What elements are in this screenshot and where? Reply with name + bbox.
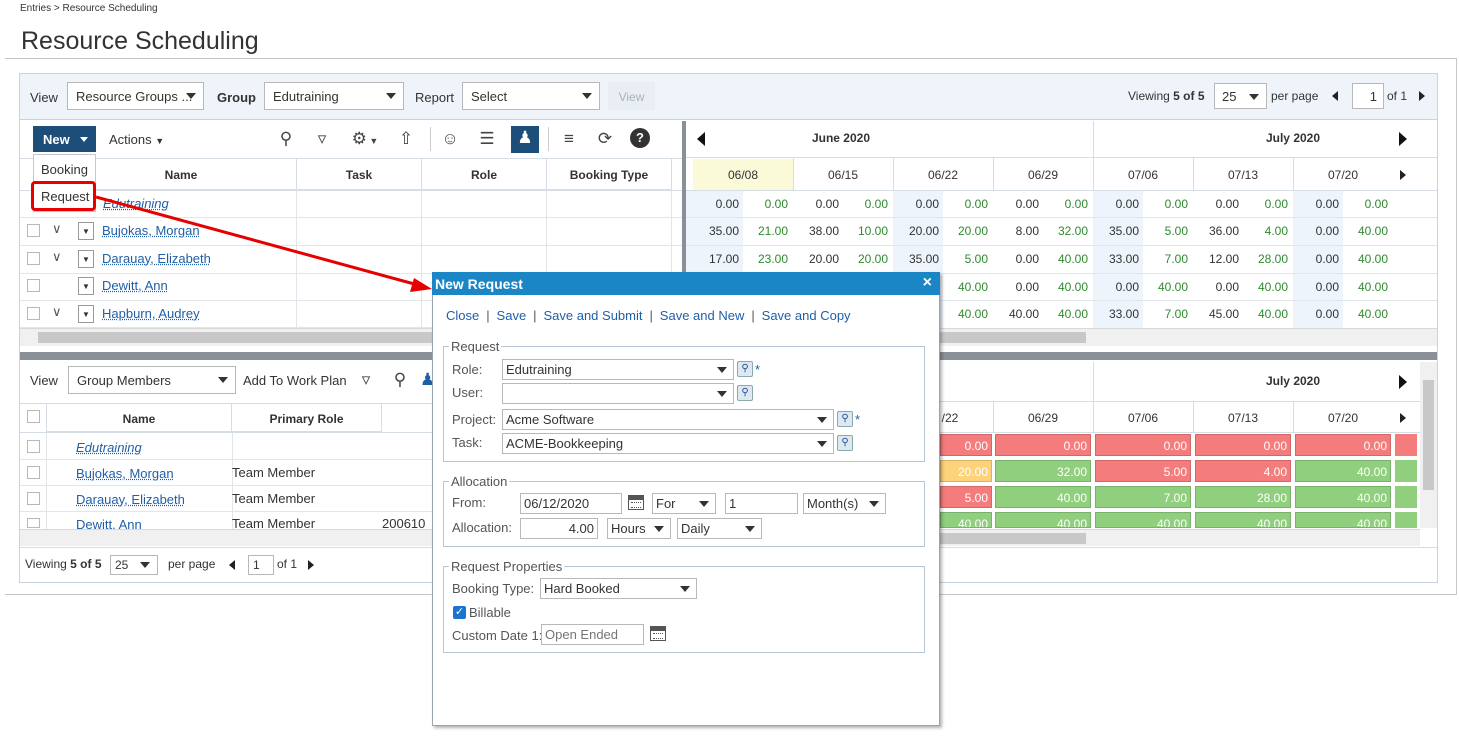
annotation-arrow — [95, 195, 432, 292]
